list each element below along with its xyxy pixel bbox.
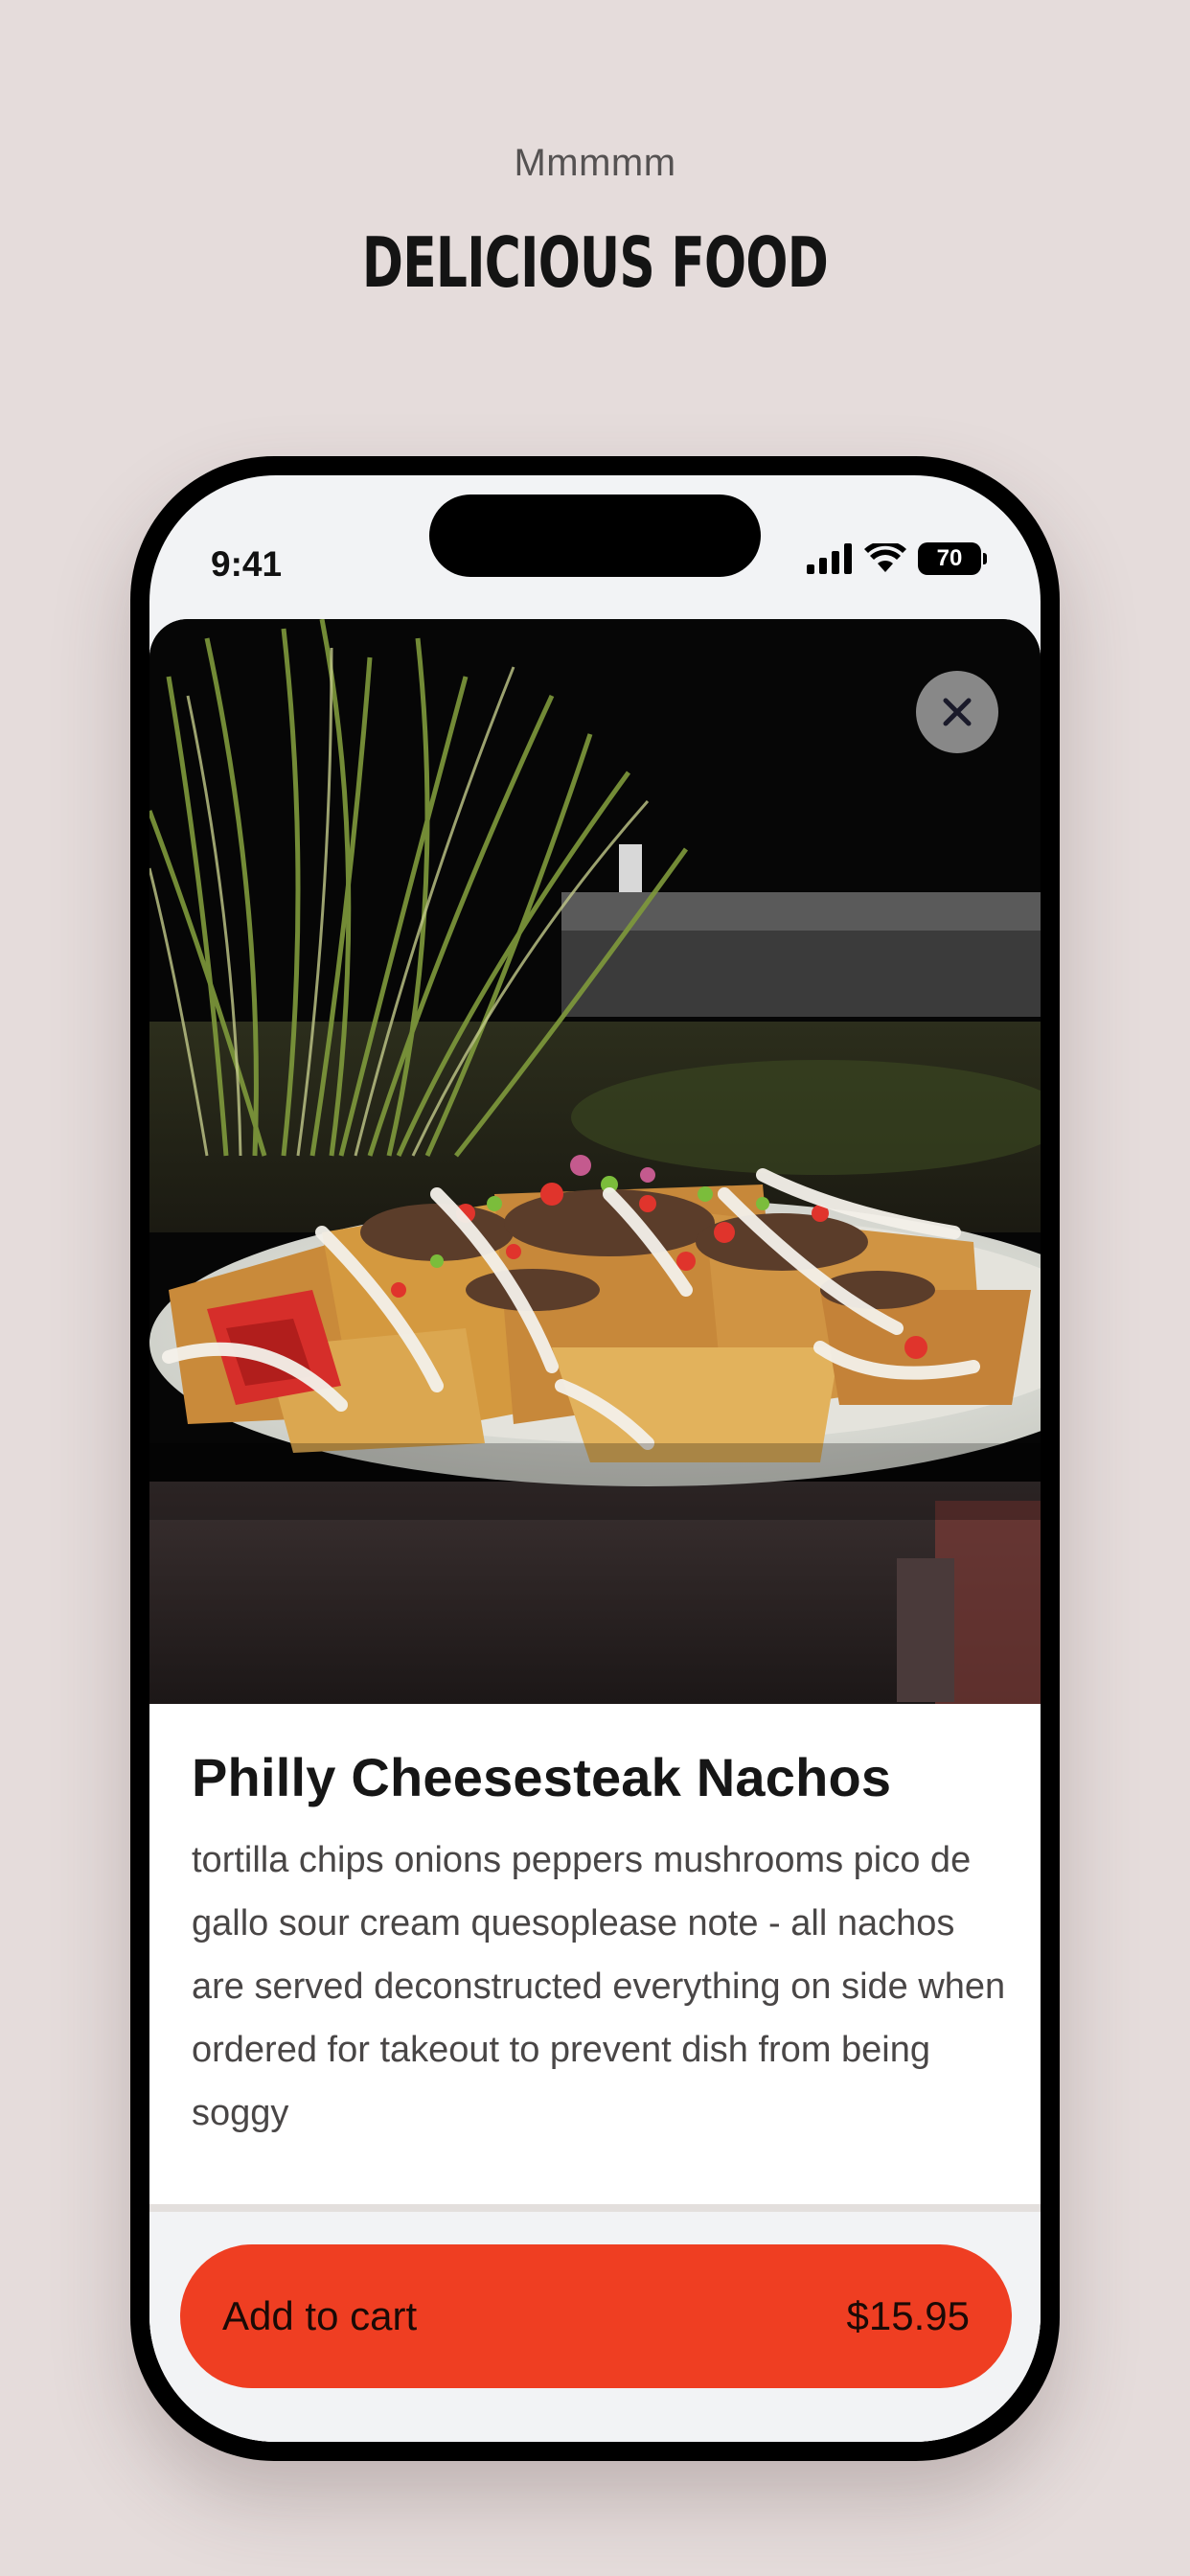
food-photo: [149, 619, 1041, 1704]
food-photo-illustration: [149, 619, 1041, 1704]
battery-icon: 70: [918, 542, 987, 575]
phone-screen: 9:41 70 Philly Cheesesteak Nachos tortil…: [149, 475, 1041, 2442]
close-button[interactable]: [916, 671, 998, 753]
item-sheet: Philly Cheesesteak Nachos tortilla chips…: [149, 619, 1041, 2442]
cellular-signal-icon: [807, 543, 852, 574]
phone-frame: 9:41 70 Philly Cheesesteak Nachos tortil…: [130, 456, 1060, 2461]
dynamic-island: [429, 494, 761, 577]
close-icon: [943, 698, 972, 726]
status-icons: 70: [807, 542, 987, 575]
wifi-icon: [864, 543, 906, 572]
add-to-cart-label: Add to cart: [222, 2293, 418, 2338]
item-description: tortilla chips onions peppers mushrooms …: [192, 1840, 1006, 2133]
item-title: Philly Cheesesteak Nachos: [192, 1747, 892, 1807]
page-kicker: Mmmmm: [514, 142, 676, 184]
page-headline: Delicious food: [361, 222, 829, 303]
divider: [149, 2204, 1041, 2212]
status-time: 9:41: [211, 544, 283, 584]
item-price: $15.95: [846, 2293, 970, 2338]
add-to-cart-button[interactable]: Add to cart $15.95: [180, 2244, 1012, 2388]
